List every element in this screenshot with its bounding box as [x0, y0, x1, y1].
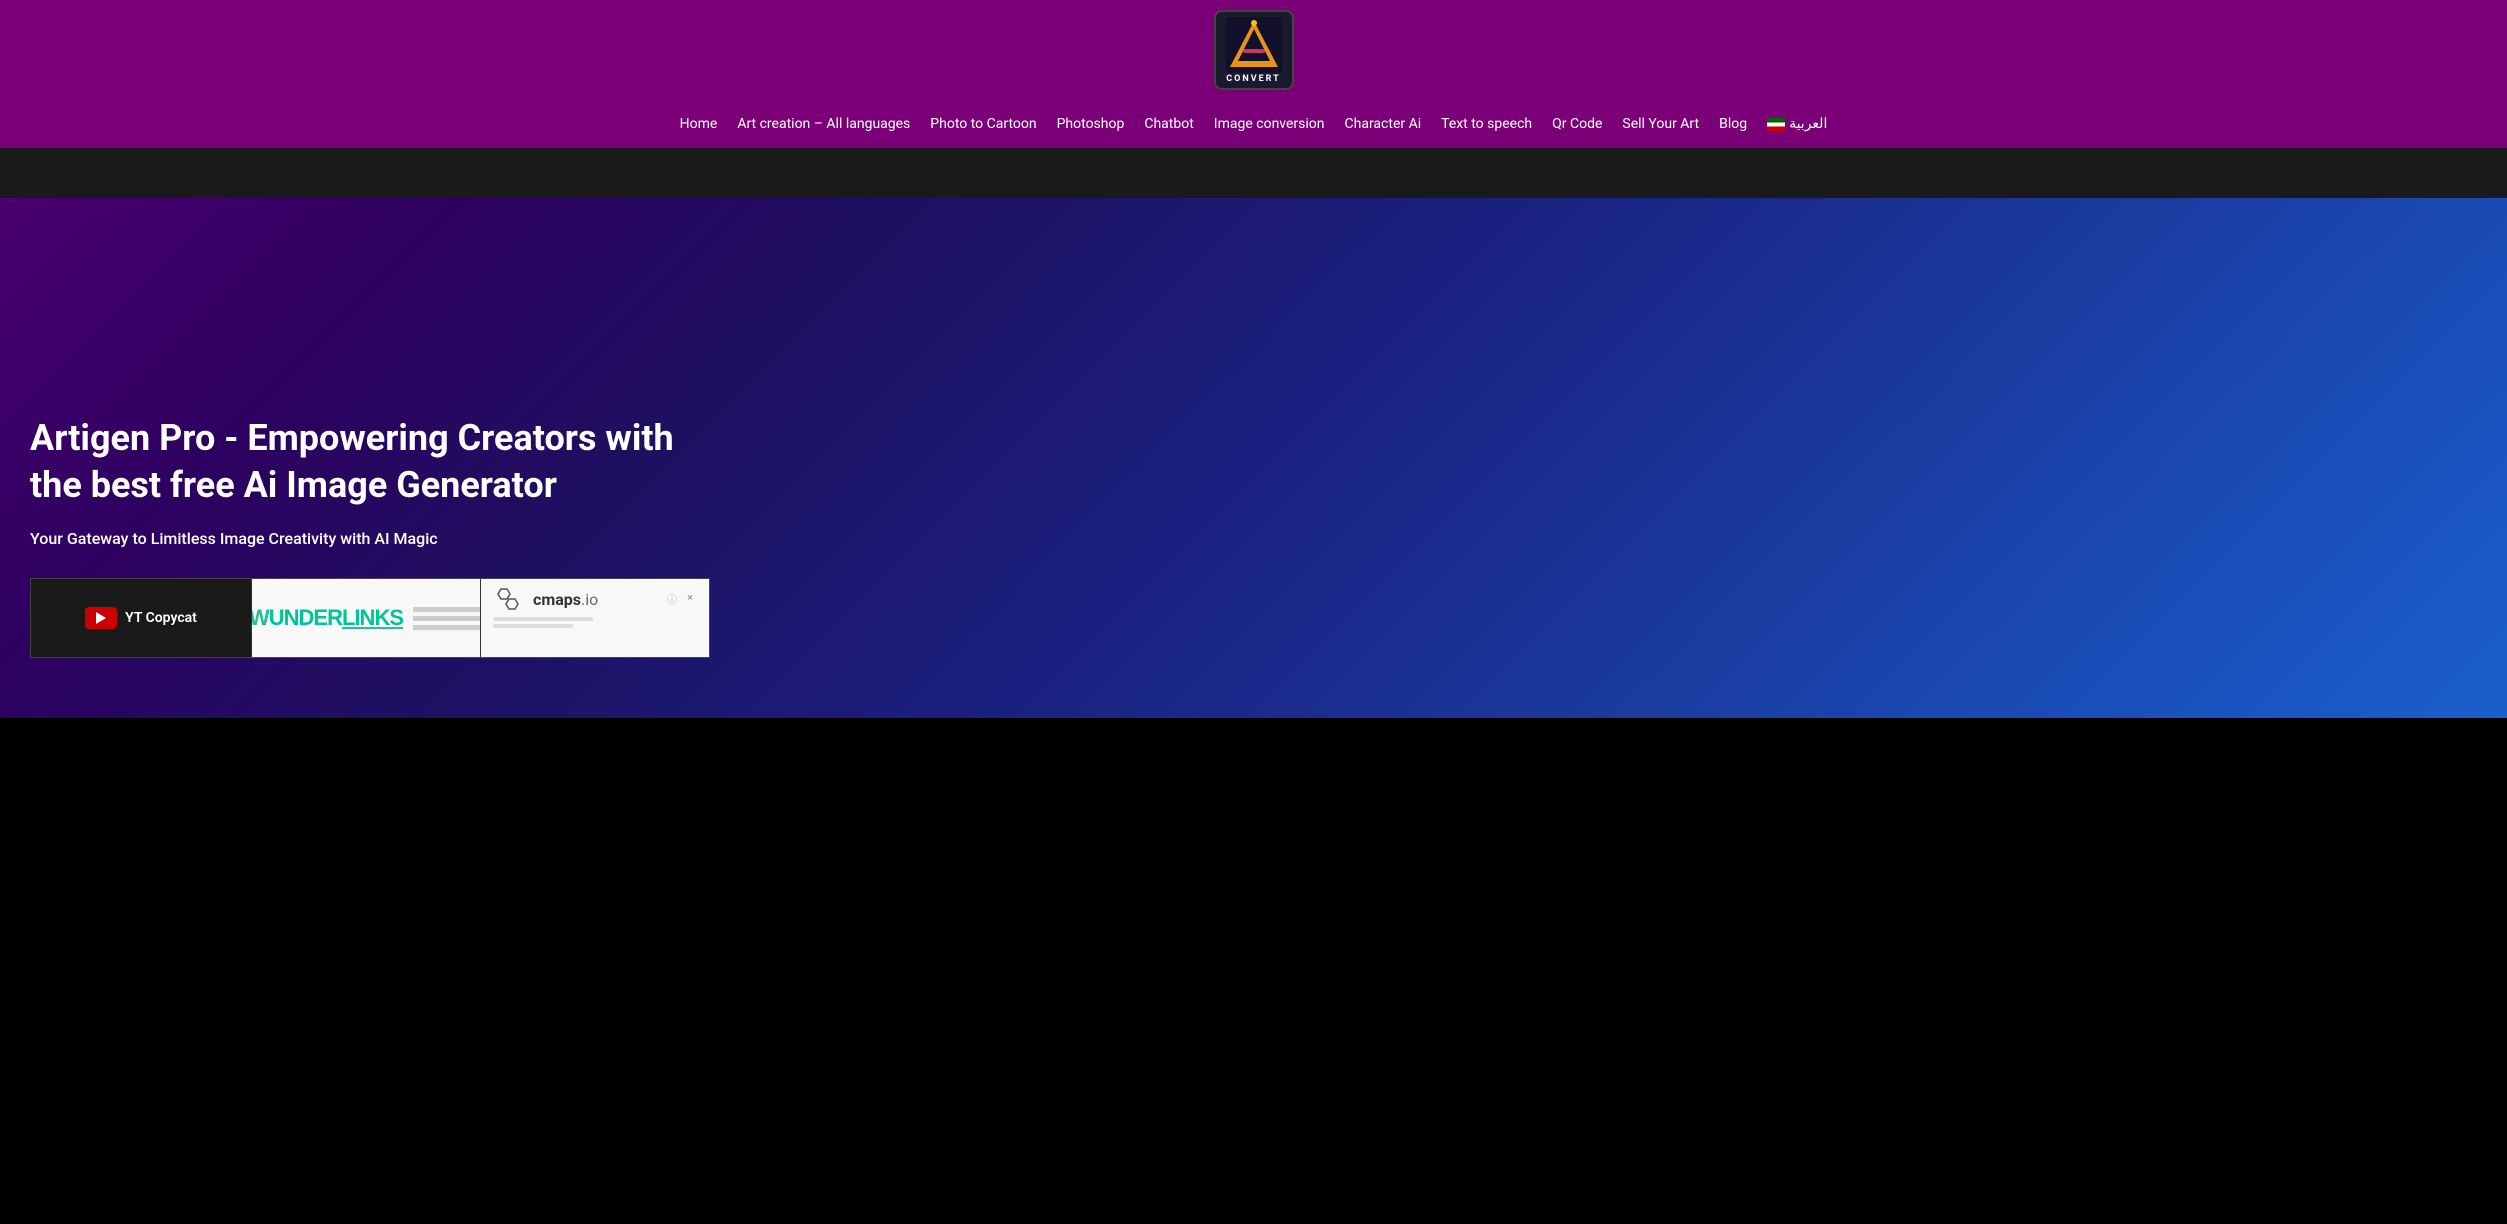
ad-slot-cmaps[interactable]: ⓘ × cmaps.io	[481, 579, 709, 657]
nav-blog[interactable]: Blog	[1709, 112, 1757, 136]
main-nav: Home Art creation – All languages Photo …	[650, 102, 1858, 148]
arabic-flag-icon	[1767, 118, 1785, 131]
logo-convert-label: CONVERT	[1226, 74, 1280, 84]
hero-text-container: Artigen Pro - Empowering Creators with t…	[30, 415, 710, 658]
yt-play-icon	[96, 612, 106, 624]
nav-photoshop[interactable]: Photoshop	[1047, 112, 1135, 136]
site-header: CONVERT Home Art creation – All language…	[0, 0, 2507, 148]
black-bar-divider	[0, 148, 2507, 198]
ad-yt-inner: YT Copycat	[85, 607, 197, 629]
ad-slot-yt[interactable]: YT Copycat	[31, 579, 252, 657]
ad-info-icon[interactable]: ⓘ	[667, 591, 677, 606]
nav-art-creation[interactable]: Art creation – All languages	[727, 112, 920, 136]
wunder-sub-content	[413, 607, 481, 630]
nav-home[interactable]: Home	[670, 112, 728, 136]
logo-svg-icon	[1226, 17, 1282, 73]
hero-section: Artigen Pro - Empowering Creators with t…	[0, 198, 2507, 718]
nav-text-speech[interactable]: Text to speech	[1431, 112, 1542, 136]
yt-red-icon	[85, 607, 117, 629]
nav-qr-code[interactable]: Qr Code	[1542, 112, 1612, 136]
wunder-brand-text: WUNDERLINKS	[252, 605, 403, 631]
nav-image-conversion[interactable]: Image conversion	[1204, 112, 1335, 136]
logo-box[interactable]: CONVERT	[1214, 10, 1294, 90]
nav-photo-cartoon[interactable]: Photo to Cartoon	[920, 112, 1046, 136]
nav-sell-art[interactable]: Sell Your Art	[1612, 112, 1709, 136]
logo-container[interactable]: CONVERT	[1214, 10, 1294, 90]
nav-character-ai[interactable]: Character Ai	[1335, 112, 1432, 136]
nav-arabic[interactable]: العربية	[1757, 112, 1837, 136]
cmaps-hex-icon	[493, 587, 525, 611]
cmaps-brand-text: cmaps.io	[533, 590, 598, 609]
nav-chatbot[interactable]: Chatbot	[1134, 112, 1203, 136]
ad-yt-text: YT Copycat	[125, 610, 197, 626]
hero-title: Artigen Pro - Empowering Creators with t…	[30, 415, 710, 509]
hero-subtitle: Your Gateway to Limitless Image Creativi…	[30, 529, 710, 548]
ad-close-button[interactable]: ×	[687, 591, 693, 604]
ad-banner: YT Copycat WUNDERLINKS	[30, 578, 710, 658]
ad-slot-wunder[interactable]: WUNDERLINKS	[252, 579, 481, 657]
